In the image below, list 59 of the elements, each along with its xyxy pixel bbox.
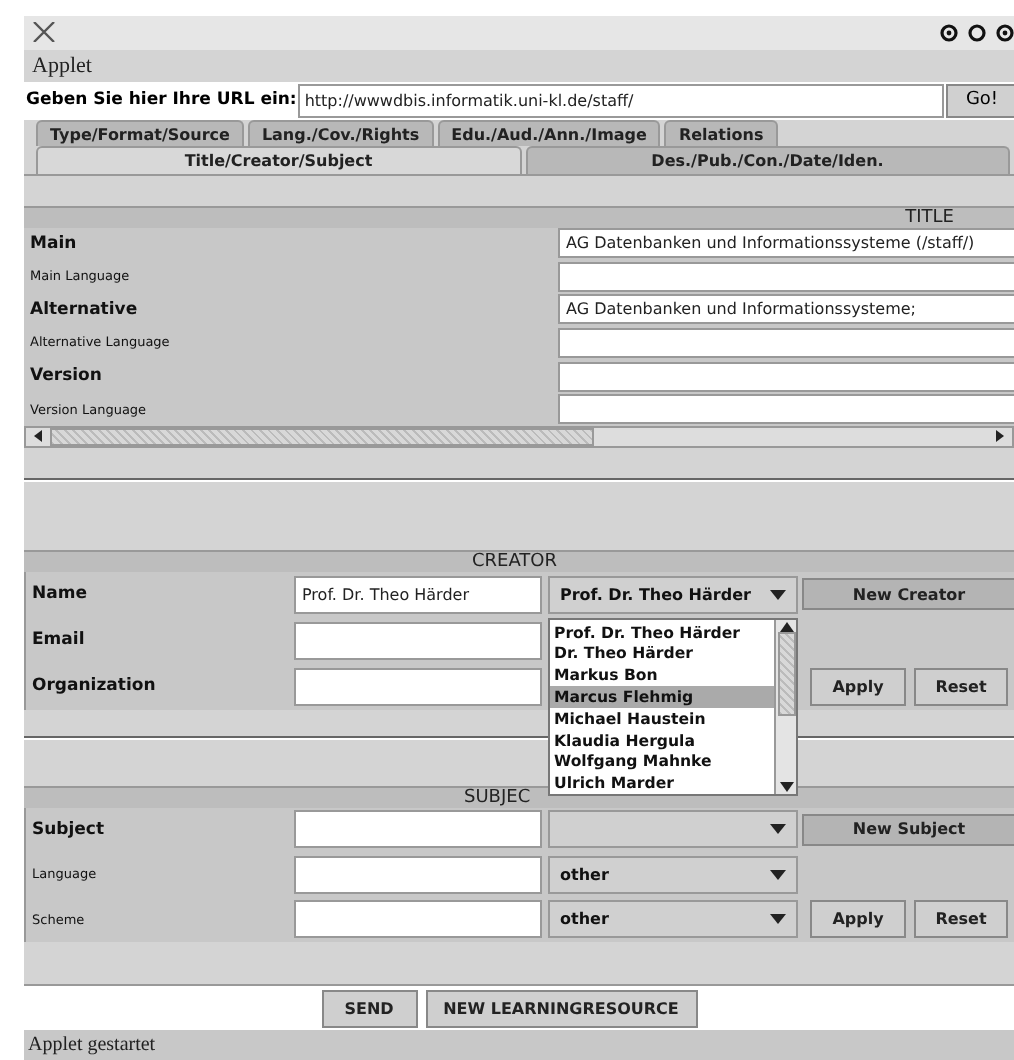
status-text: Applet gestartet [28,1034,156,1057]
tab[interactable]: Edu./Aud./Ann./Image [437,119,661,147]
tab[interactable]: Type/Format/Source [36,119,244,147]
text-field[interactable]: AG Datenbanken und Informationssysteme (/staff/) [558,228,1014,259]
text-field[interactable] [294,855,542,894]
reset-button[interactable]: Reset [914,900,1008,939]
dropdown[interactable] [548,810,798,849]
dropdown[interactable]: other [548,900,798,939]
section-title: CREATOR [472,551,558,572]
dropdown[interactable]: other [548,855,798,894]
apply-button[interactable]: Apply [810,667,906,706]
tab[interactable]: Title/Creator/Subject [36,146,521,174]
scrollbar[interactable] [24,425,1014,448]
field-label: Name [30,584,89,605]
new-entry-button[interactable]: New Subject [802,813,1014,846]
left-arrow-icon[interactable] [30,428,46,445]
caret-icon [770,589,786,600]
text-field[interactable] [294,900,542,939]
down-arrow-icon[interactable] [779,781,793,792]
tab[interactable]: Relations [664,119,778,147]
apply-button[interactable]: Apply [810,900,906,939]
text-field[interactable]: Prof. Dr. Theo Härder [294,575,542,614]
url-field[interactable]: http://wwwdbis.informatik.uni-kl.de/staff/ [298,83,944,118]
send-button[interactable]: SEND [321,989,417,1028]
tab[interactable]: Des./Pub./Con./Date/Iden. [525,146,1010,174]
text-field[interactable] [294,621,542,660]
section-title: SUBJEC [464,787,531,808]
url-label: Geben Sie hier Ihre URL ein: [24,90,297,111]
text-field[interactable] [558,361,1014,392]
go-button[interactable]: Go! [946,83,1014,118]
new-resource-button[interactable]: NEW LEARNINGRESOURCE [425,989,697,1028]
scrollbar[interactable] [774,619,796,794]
text-field[interactable] [558,327,1014,358]
text-field[interactable] [558,394,1014,425]
field-label: Main [28,233,79,254]
field-label: Version [28,366,104,387]
reset-button[interactable]: Reset [914,667,1008,706]
up-arrow-icon[interactable] [779,621,793,632]
dropdown-value: other [560,910,609,929]
text-field[interactable] [558,261,1014,292]
menu-item[interactable]: Applet [32,53,92,78]
text-field[interactable] [294,667,542,706]
right-arrow-icon[interactable] [992,428,1008,445]
close-icon[interactable] [32,22,56,43]
section-title: TITLE [905,207,954,228]
field-label: Alternative [28,299,140,320]
caret-icon [770,869,786,880]
new-entry-button[interactable]: New Creator [802,578,1014,611]
dropdown-value: other [560,865,609,884]
text-field[interactable] [294,810,542,849]
dropdown[interactable]: Prof. Dr. Theo Härder [548,575,798,614]
tab[interactable]: Lang./Cov./Rights [247,119,434,147]
field-label: Subject [30,819,107,840]
dropdown-value: Prof. Dr. Theo Härder [560,585,751,604]
field-label: Email [30,630,87,651]
caret-icon [770,914,786,925]
caret-icon [770,824,786,835]
field-label: Organization [30,676,158,697]
text-field[interactable]: AG Datenbanken und Informationssysteme; [558,294,1014,325]
